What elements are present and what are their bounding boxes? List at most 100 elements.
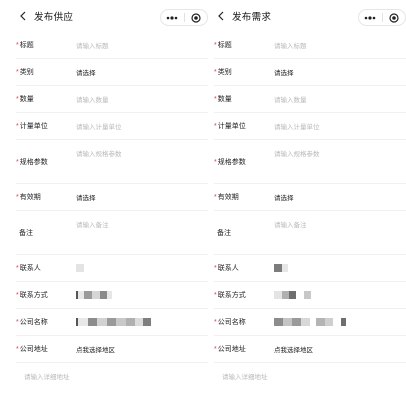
mini-program-capsule <box>160 9 208 26</box>
category-select[interactable]: 请选择 <box>76 67 96 77</box>
field-contact-row[interactable]: *联系人 <box>214 255 406 282</box>
required-mark: * <box>16 319 19 326</box>
field-label: *数量 <box>214 96 232 103</box>
unit-input[interactable]: 请输入计量单位 <box>76 121 122 131</box>
phone-input[interactable] <box>76 291 112 299</box>
required-mark: * <box>214 123 217 130</box>
field-label: 备注 <box>217 229 231 237</box>
field-label: *有效期 <box>16 194 41 201</box>
field-company-row[interactable]: *公司名称 <box>214 309 406 336</box>
validity-select[interactable]: 请选择 <box>76 192 96 202</box>
field-title-row[interactable]: *标题 请输入标题 <box>16 32 208 59</box>
quantity-input[interactable]: 请输入数量 <box>76 94 109 104</box>
field-validity-row[interactable]: *有效期 请选择 <box>16 184 208 211</box>
field-label: 备注 <box>19 229 33 237</box>
required-mark: * <box>214 292 217 299</box>
field-label: *规格参数 <box>214 158 246 166</box>
required-mark: * <box>16 42 19 49</box>
page-title: 发布供应 <box>34 12 74 23</box>
required-mark: * <box>16 194 19 201</box>
title-input[interactable]: 请输入标题 <box>274 40 307 50</box>
required-mark: * <box>214 158 217 166</box>
required-mark: * <box>16 265 19 272</box>
nav-bar: 发布供应 <box>16 0 208 32</box>
field-quantity-row[interactable]: *数量 请输入数量 <box>16 86 208 113</box>
field-label: *标题 <box>214 42 232 49</box>
region-picker[interactable]: 点我选择地区 <box>76 344 115 354</box>
field-label: *公司名称 <box>214 319 246 326</box>
required-mark: * <box>214 194 217 201</box>
validity-select[interactable]: 请选择 <box>274 192 294 202</box>
company-input[interactable] <box>274 318 346 326</box>
required-mark: * <box>16 96 19 103</box>
field-category-row[interactable]: *类别 请选择 <box>214 59 406 86</box>
field-label: *类别 <box>214 69 232 76</box>
field-phone-row[interactable]: *联系方式 <box>16 282 208 309</box>
field-label: *计量单位 <box>16 123 48 130</box>
detail-address-input[interactable]: 请输入详细地址 <box>214 363 406 389</box>
more-dots-icon[interactable] <box>161 10 184 25</box>
screen: 发布供应 *标题 请输入标题 *类别 请选择 *数量 请输入数量 *计量单位 请… <box>0 0 406 412</box>
required-mark: * <box>16 69 19 76</box>
demand-form-panel: 发布需求 *标题 请输入标题 *类别 请选择 *数量 请输入数量 *计量单位 请… <box>214 0 406 412</box>
spec-textarea[interactable]: 请输入规格参数 <box>76 148 122 158</box>
unit-input[interactable]: 请输入计量单位 <box>274 121 320 131</box>
field-category-row[interactable]: *类别 请选择 <box>16 59 208 86</box>
required-mark: * <box>16 158 19 166</box>
category-select[interactable]: 请选择 <box>274 67 294 77</box>
chevron-left-icon[interactable] <box>214 9 228 23</box>
required-mark: * <box>214 319 217 326</box>
remark-textarea[interactable]: 请输入备注 <box>274 219 307 229</box>
field-validity-row[interactable]: *有效期 请选择 <box>214 184 406 211</box>
required-mark: * <box>214 346 217 353</box>
field-remark-row[interactable]: 备注 请输入备注 <box>214 211 406 255</box>
field-label: *有效期 <box>214 194 239 201</box>
field-label: *联系人 <box>214 265 239 272</box>
contact-input[interactable] <box>76 264 84 272</box>
field-spec-row[interactable]: *规格参数 请输入规格参数 <box>214 140 406 184</box>
detail-address-input[interactable]: 请输入详细地址 <box>16 363 208 389</box>
field-label: *类别 <box>16 69 34 76</box>
mini-program-capsule <box>358 9 406 26</box>
field-remark-row[interactable]: 备注 请输入备注 <box>16 211 208 255</box>
field-company-row[interactable]: *公司名称 <box>16 309 208 336</box>
field-label: *公司地址 <box>214 346 246 353</box>
field-phone-row[interactable]: *联系方式 <box>214 282 406 309</box>
required-mark: * <box>214 69 217 76</box>
spec-textarea[interactable]: 请输入规格参数 <box>274 148 320 158</box>
field-label: *标题 <box>16 42 34 49</box>
field-label: *公司地址 <box>16 346 48 353</box>
region-picker[interactable]: 点我选择地区 <box>274 344 313 354</box>
required-mark: * <box>16 346 19 353</box>
title-input[interactable]: 请输入标题 <box>76 40 109 50</box>
field-spec-row[interactable]: *规格参数 请输入规格参数 <box>16 140 208 184</box>
field-title-row[interactable]: *标题 请输入标题 <box>214 32 406 59</box>
required-mark: * <box>16 123 19 130</box>
target-close-icon[interactable] <box>383 10 406 25</box>
required-mark: * <box>214 42 217 49</box>
page-title: 发布需求 <box>232 12 272 23</box>
field-label: *联系方式 <box>214 292 246 299</box>
target-close-icon[interactable] <box>185 10 208 25</box>
remark-textarea[interactable]: 请输入备注 <box>76 219 109 229</box>
field-label: *联系方式 <box>16 292 48 299</box>
field-label: *联系人 <box>16 265 41 272</box>
more-dots-icon[interactable] <box>359 10 382 25</box>
field-address-row[interactable]: *公司地址 点我选择地区 <box>16 336 208 363</box>
chevron-left-icon[interactable] <box>16 9 30 23</box>
required-mark: * <box>214 96 217 103</box>
field-unit-row[interactable]: *计量单位 请输入计量单位 <box>214 113 406 140</box>
contact-input[interactable] <box>274 264 288 272</box>
phone-input[interactable] <box>274 291 311 299</box>
field-quantity-row[interactable]: *数量 请输入数量 <box>214 86 406 113</box>
supply-form-panel: 发布供应 *标题 请输入标题 *类别 请选择 *数量 请输入数量 *计量单位 请… <box>16 0 208 412</box>
field-contact-row[interactable]: *联系人 <box>16 255 208 282</box>
field-address-row[interactable]: *公司地址 点我选择地区 <box>214 336 406 363</box>
quantity-input[interactable]: 请输入数量 <box>274 94 307 104</box>
field-unit-row[interactable]: *计量单位 请输入计量单位 <box>16 113 208 140</box>
field-label: *计量单位 <box>214 123 246 130</box>
field-label: *数量 <box>16 96 34 103</box>
field-label: *规格参数 <box>16 158 48 166</box>
company-input[interactable] <box>76 318 151 326</box>
required-mark: * <box>16 292 19 299</box>
